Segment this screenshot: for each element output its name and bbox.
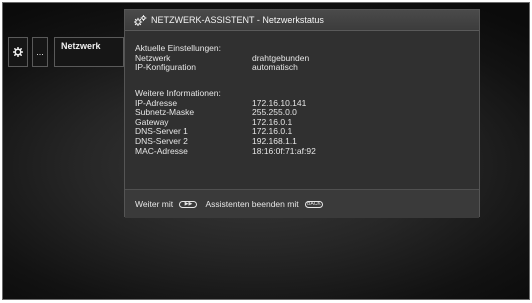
nav-network-tile[interactable]: Netzwerk <box>54 37 124 67</box>
forward-button-icon: ▶▶ <box>179 201 198 209</box>
nav-network-label: Netzwerk <box>61 41 101 51</box>
gear-icon <box>13 47 23 57</box>
current-settings-section: Aktuelle Einstellungen: Netzwerk drahtge… <box>135 43 465 73</box>
setting-label: IP-Konfiguration <box>135 62 196 73</box>
info-row: Subnetz-Maske 255.255.0.0 <box>135 108 465 118</box>
dialog-header: NETZWERK-ASSISTENT - Netzwerkstatus <box>125 10 479 31</box>
tv-screen: ... Netzwerk NETZWERK-ASSISTENT - Netzwe… <box>2 2 530 300</box>
double-gear-icon <box>134 14 147 26</box>
dialog-body: Aktuelle Einstellungen: Netzwerk drahtge… <box>125 31 479 189</box>
back-button-icon: BACK <box>304 201 323 209</box>
info-label: MAC-Adresse <box>135 145 188 156</box>
exit-action[interactable]: Assistenten beenden mit BACK <box>205 199 330 209</box>
info-row: MAC-Adresse 18:16:0f:71:af:92 <box>135 145 465 157</box>
exit-label: Assistenten beenden mit <box>205 199 299 209</box>
nav-settings-tile[interactable] <box>8 37 28 67</box>
setting-value: automatisch <box>252 62 298 73</box>
next-label: Weiter mit <box>135 199 174 209</box>
nav-more-tile[interactable]: ... <box>32 37 48 67</box>
dialog-title: NETZWERK-ASSISTENT - Netzwerkstatus <box>151 15 324 25</box>
next-action[interactable]: Weiter mit ▶▶ <box>135 199 205 209</box>
more-info-section: Weitere Informationen: IP-Adresse 172.16… <box>135 88 465 157</box>
setting-row: IP-Konfiguration automatisch <box>135 63 465 73</box>
nav-more-label: ... <box>36 47 44 57</box>
dialog-footer: Weiter mit ▶▶ Assistenten beenden mit BA… <box>125 189 479 218</box>
info-value: 18:16:0f:71:af:92 <box>252 145 316 156</box>
network-assistant-dialog: NETZWERK-ASSISTENT - Netzwerkstatus Aktu… <box>124 9 480 218</box>
